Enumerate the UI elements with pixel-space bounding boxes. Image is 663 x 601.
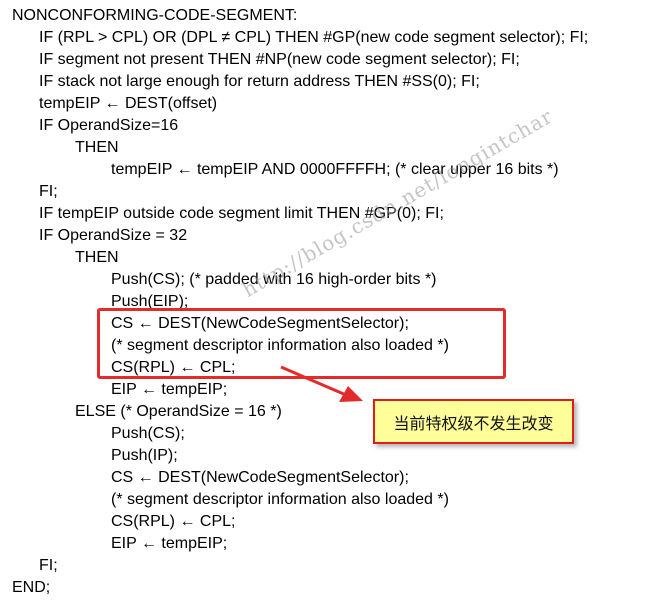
code-line: IF OperandSize = 32 [39, 227, 188, 244]
callout-note: 当前特权级不发生改变 [373, 399, 574, 444]
code-line: FI; [39, 557, 58, 574]
code-line: FI; [39, 183, 58, 200]
code-line: (* segment descriptor information also l… [111, 491, 449, 508]
code-listing: NONCONFORMING-CODE-SEGMENT: IF (RPL > CP… [0, 0, 663, 601]
code-line: tempEIP ← DEST(offset) [39, 95, 218, 112]
code-line: END; [12, 579, 51, 596]
highlight-box [97, 308, 506, 379]
code-line: Push(CS); [111, 425, 185, 442]
code-line: IF (RPL > CPL) OR (DPL ≠ CPL) THEN #GP(n… [39, 29, 589, 46]
code-line: THEN [75, 139, 119, 156]
code-line: IF stack not large enough for return add… [39, 73, 480, 90]
code-line: IF segment not present THEN #NP(new code… [39, 51, 520, 68]
code-line: NONCONFORMING-CODE-SEGMENT: [12, 7, 298, 24]
code-line: EIP ← tempEIP; [111, 381, 228, 398]
code-line: ELSE (* OperandSize = 16 *) [75, 403, 282, 420]
code-line: CS ← DEST(NewCodeSegmentSelector); [111, 469, 409, 486]
code-line: EIP ← tempEIP; [111, 535, 228, 552]
code-line: Push(IP); [111, 447, 178, 464]
code-line: CS(RPL) ← CPL; [111, 513, 236, 530]
code-line: IF OperandSize=16 [39, 117, 179, 134]
code-line: THEN [75, 249, 119, 266]
